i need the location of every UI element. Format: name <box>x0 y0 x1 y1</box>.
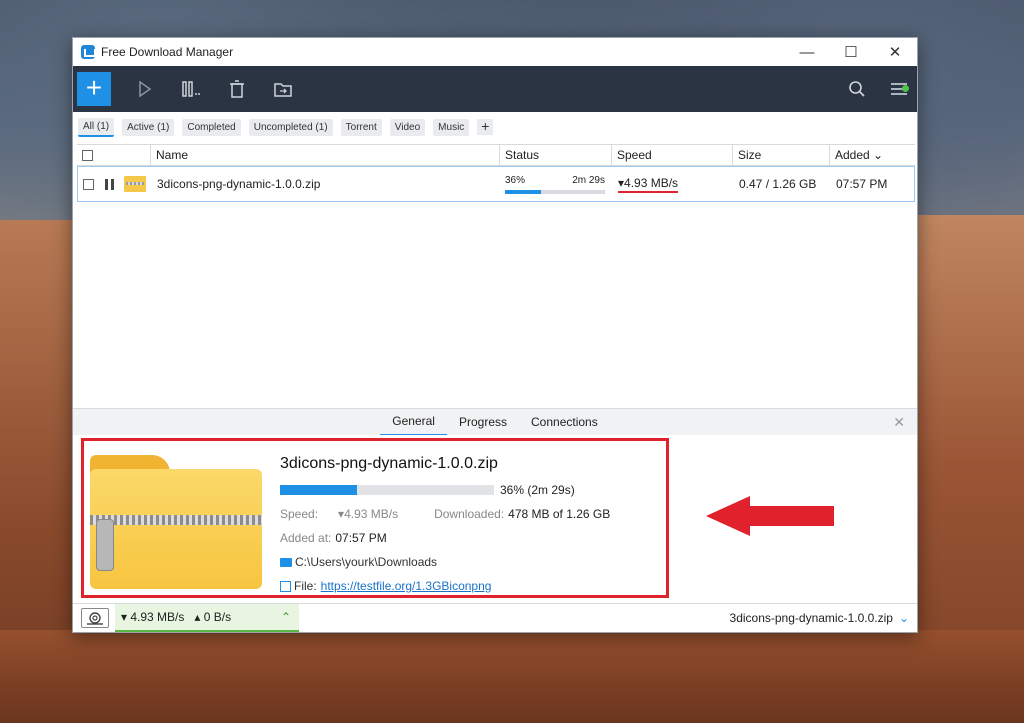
select-all-cell <box>77 145 151 165</box>
details-progress-fill <box>280 485 358 495</box>
speed-summary[interactable]: ▾ 4.93 MB/s ▴ 0 B/s ⌃ <box>115 604 299 632</box>
added-label: Added at: <box>280 531 332 545</box>
tab-general[interactable]: General <box>380 409 447 436</box>
row-speed: ▾4.93 MB/s <box>618 176 679 193</box>
row-progress-bar <box>505 189 605 194</box>
speed-label: Speed: <box>280 507 319 521</box>
details-progress-bar <box>280 485 494 495</box>
column-name[interactable]: Name <box>151 145 500 165</box>
table-header: Name Status Speed Size Added ⌄ <box>77 144 915 166</box>
app-logo-icon <box>81 45 96 59</box>
title-bar: Free Download Manager — ☐ ✕ <box>73 38 917 66</box>
delete-icon[interactable] <box>225 77 249 101</box>
row-pause-icon[interactable] <box>105 178 114 190</box>
current-file-indicator[interactable]: 3dicons-png-dynamic-1.0.0.zip ⌄ <box>730 611 909 625</box>
select-all-checkbox[interactable] <box>82 149 93 161</box>
filter-uncompleted[interactable]: Uncompleted (1) <box>248 118 333 136</box>
toolbar: + <box>73 66 917 112</box>
minimize-button[interactable]: — <box>785 38 829 66</box>
row-size: 0.47 / 1.26 GB <box>739 177 817 191</box>
add-filter-button[interactable]: + <box>477 119 494 135</box>
details-tabs: General Progress Connections ✕ <box>73 408 917 436</box>
maximize-button[interactable]: ☐ <box>829 38 873 66</box>
download-speed: ▾ 4.93 MB/s <box>121 610 185 624</box>
play-icon[interactable] <box>133 77 157 101</box>
filter-completed[interactable]: Completed <box>182 118 241 136</box>
close-button[interactable]: ✕ <box>873 38 917 66</box>
zip-file-icon <box>124 176 146 192</box>
filter-video[interactable]: Video <box>389 118 426 136</box>
window-controls: — ☐ ✕ <box>785 38 917 66</box>
download-folder-path[interactable]: C:\Users\yourk\Downloads <box>295 555 437 569</box>
chevron-down-icon[interactable]: ⌄ <box>899 611 909 625</box>
row-added: 07:57 PM <box>836 177 888 191</box>
chevron-up-icon[interactable]: ⌃ <box>281 610 291 624</box>
row-name: 3dicons-png-dynamic-1.0.0.zip <box>157 177 321 191</box>
row-speed-cell: ▾4.93 MB/s <box>613 167 734 201</box>
filter-torrent[interactable]: Torrent <box>340 118 382 136</box>
tab-progress[interactable]: Progress <box>447 409 519 436</box>
menu-icon[interactable] <box>887 77 911 101</box>
update-indicator-dot <box>902 85 909 92</box>
filter-all[interactable]: All (1) <box>78 117 115 137</box>
filter-active[interactable]: Active (1) <box>122 118 175 136</box>
details-progress-text: 36% (2m 29s) <box>500 483 575 497</box>
snail-mode-icon[interactable] <box>81 608 109 628</box>
details-file-name: 3dicons-png-dynamic-1.0.0.zip <box>280 455 498 472</box>
table-row[interactable]: 3dicons-png-dynamic-1.0.0.zip 36% 2m 29s… <box>77 166 915 202</box>
add-download-button[interactable]: + <box>77 72 111 106</box>
external-link-icon <box>280 580 291 592</box>
move-folder-icon[interactable] <box>271 77 295 101</box>
column-speed[interactable]: Speed <box>612 145 733 165</box>
window-title: Free Download Manager <box>101 45 234 59</box>
filter-bar: All (1) Active (1) Completed Uncompleted… <box>73 112 917 142</box>
file-url-link[interactable]: https://testfile.org/1.3GBiconpng <box>321 579 492 593</box>
downloaded-value: 478 MB of 1.26 GB <box>508 507 611 521</box>
row-status: 36% 2m 29s <box>501 167 613 201</box>
folder-icon <box>280 557 292 567</box>
row-progress-fill <box>505 189 541 194</box>
row-percent: 36% <box>505 174 526 186</box>
row-checkbox[interactable] <box>83 178 94 190</box>
speed-value: ▾4.93 MB/s <box>338 507 399 521</box>
row-controls <box>78 167 152 201</box>
app-window: Free Download Manager — ☐ ✕ + All (1) Ac… <box>72 37 918 633</box>
background-landscape-floor <box>0 630 1024 723</box>
file-label: File: <box>294 579 317 593</box>
downloaded-label: Downloaded: <box>434 507 505 521</box>
filter-music[interactable]: Music <box>433 118 470 136</box>
current-file-name: 3dicons-png-dynamic-1.0.0.zip <box>729 611 893 625</box>
column-size[interactable]: Size <box>733 145 830 165</box>
downloads-table: Name Status Speed Size Added ⌄ 3dicons-p… <box>77 144 915 202</box>
tab-connections[interactable]: Connections <box>519 409 610 436</box>
close-details-icon[interactable]: ✕ <box>893 414 905 431</box>
annotation-highlight-box: 3dicons-png-dynamic-1.0.0.zip 36% (2m 29… <box>81 438 669 598</box>
added-value: 07:57 PM <box>335 531 387 545</box>
details-info: 3dicons-png-dynamic-1.0.0.zip 36% (2m 29… <box>280 455 610 593</box>
row-remaining: 2m 29s <box>572 174 605 186</box>
status-bar: ▾ 4.93 MB/s ▴ 0 B/s ⌃ 3dicons-png-dynami… <box>73 603 917 632</box>
pause-icon[interactable] <box>179 77 203 101</box>
column-added[interactable]: Added ⌄ <box>830 145 909 165</box>
toolbar-right <box>827 66 911 112</box>
annotation-arrow-icon <box>706 496 834 536</box>
column-status[interactable]: Status <box>500 145 612 165</box>
upload-speed: ▴ 0 B/s <box>194 610 232 624</box>
search-icon[interactable] <box>845 77 869 101</box>
zip-folder-icon <box>90 455 262 589</box>
